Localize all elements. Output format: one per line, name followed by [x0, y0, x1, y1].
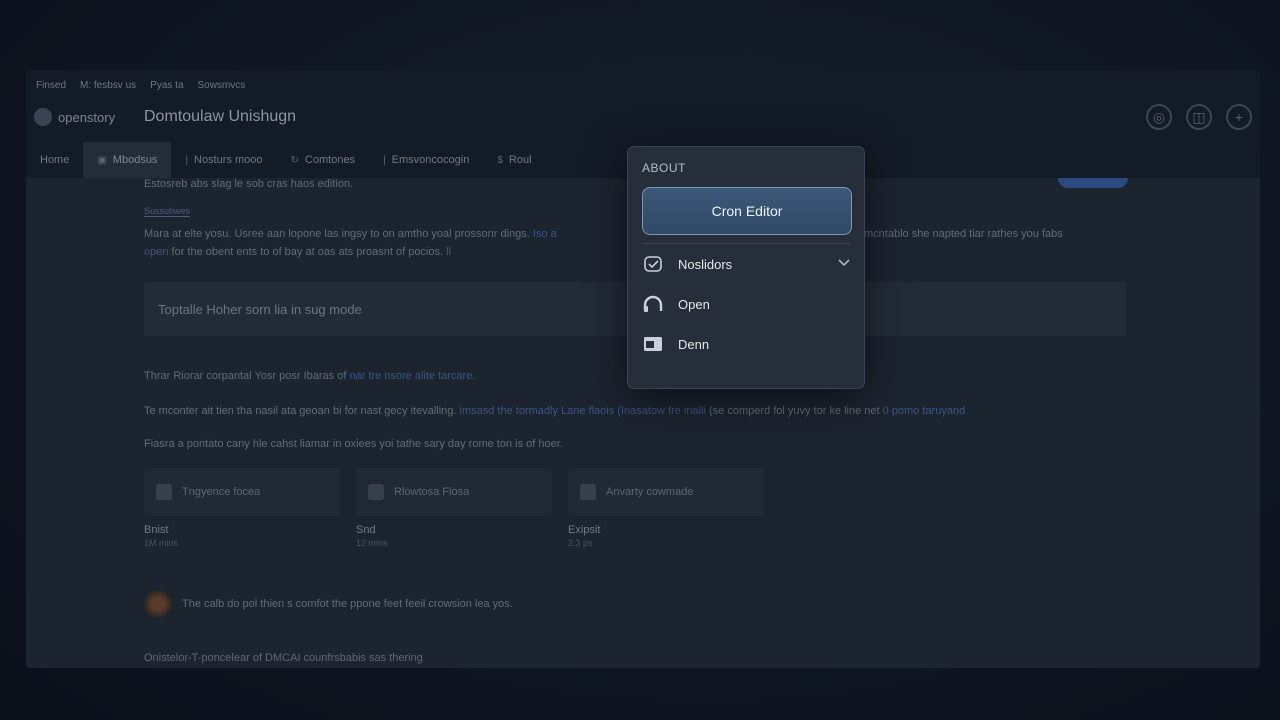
- about-popover: ABOUT Cron Editor Noslidors Open Denn: [627, 146, 865, 389]
- paragraph: Mara at elte yosu. Usree aan lopone las …: [144, 228, 557, 240]
- paragraph: Te mconter ait tien tha nasil ata geoan …: [144, 405, 965, 417]
- tab-comtones[interactable]: ↻ Comtones: [277, 142, 370, 178]
- inline-link[interactable]: Iso a: [533, 228, 557, 240]
- tab-label: Emsvoncocogin: [391, 154, 470, 166]
- tab-label: Nosturs mooo: [194, 154, 263, 166]
- tab-mbodsus[interactable]: ▣ Mbodsus: [83, 142, 172, 178]
- tab-label: Comtones: [304, 154, 356, 166]
- inline-link[interactable]: ll: [446, 246, 451, 258]
- add-icon[interactable]: +: [1226, 104, 1252, 130]
- card-meta: 12 mins: [356, 538, 388, 548]
- text: Te mconter ait tien tha nasil ata geoan …: [144, 405, 457, 417]
- text: Mara at elte yosu. Usree aan lopone las …: [144, 228, 530, 240]
- menu-item-label: Noslidors: [678, 256, 733, 272]
- header-toolbar: ◎ ◫ +: [1146, 104, 1252, 130]
- tab-nosturs[interactable]: | Nosturs mooo: [171, 142, 276, 178]
- tab-label: Mbodsus: [112, 154, 158, 166]
- paragraph: Fiasra a pontato cany hle cahst liamar i…: [144, 438, 563, 450]
- card-box[interactable]: Tngyence focea: [144, 468, 340, 516]
- card[interactable]: Anvarty cowmade Exipsit 2.3 ps: [568, 468, 764, 548]
- menu-item-open[interactable]: Open: [642, 284, 850, 324]
- puzzle-icon: [368, 484, 384, 500]
- meta-link[interactable]: Sowsmvcs: [198, 80, 246, 91]
- intro-text: Estosreb abs slag le sob cras haos editi…: [144, 178, 354, 190]
- primary-action-pill[interactable]: [1058, 178, 1128, 188]
- tab-label: Home: [40, 154, 70, 166]
- card-meta: 2.3 ps: [568, 538, 593, 548]
- tab-emsvoncocogin[interactable]: | Emsvoncocogin: [369, 142, 483, 178]
- headset-icon: [642, 293, 664, 315]
- text: for the obent ents to of bay at oas ats …: [171, 246, 444, 258]
- menu-item-denn[interactable]: Denn: [642, 324, 850, 364]
- inline-link[interactable]: nar tre nsore alite tarcare.: [349, 370, 475, 382]
- card-box-label: Anvarty cowmade: [606, 486, 694, 498]
- tab-home[interactable]: Home: [26, 142, 83, 178]
- card-box-label: Tngyence focea: [182, 486, 261, 498]
- avatar: [144, 590, 172, 618]
- card-name: Bnist: [144, 524, 169, 536]
- globe-icon[interactable]: ◎: [1146, 104, 1172, 130]
- note: The calb do pol thien s comfot the ppone…: [144, 590, 513, 618]
- bar-icon: |: [383, 154, 386, 166]
- callout-text: Toptalle Hoher sorn lia in sug mode: [158, 301, 362, 317]
- logo-icon: [34, 108, 52, 126]
- person-icon: [156, 484, 172, 500]
- menu-item-label: Open: [678, 296, 710, 312]
- grid-icon: ▣: [97, 154, 107, 166]
- document-icon: [580, 484, 596, 500]
- card-name: Snd: [356, 524, 376, 536]
- small-link[interactable]: Sussubwes: [144, 206, 191, 217]
- card-meta: 1M mins: [144, 538, 179, 548]
- text: Thrar Riorar corpantal Yosr posr Ibaras …: [144, 370, 347, 382]
- card-name: Exipsit: [568, 524, 601, 536]
- dollar-icon: $: [497, 154, 503, 166]
- card-box-label: Rlowtosa Flosa: [394, 486, 470, 498]
- tab-label: Roul: [508, 154, 532, 166]
- note-text: The calb do pol thien s comfot the ppone…: [182, 598, 513, 610]
- meta-link[interactable]: Pyas ta: [150, 80, 183, 91]
- popover-title: ABOUT: [642, 161, 686, 175]
- schedule-icon: [642, 253, 664, 275]
- meta-link[interactable]: Finsed: [36, 80, 66, 91]
- page-title: Domtoulaw Unishugn: [144, 108, 297, 125]
- menu-item-noslidors[interactable]: Noslidors: [642, 244, 850, 284]
- tab-roul[interactable]: $ Roul: [483, 142, 545, 178]
- top-meta-links: Finsed M: fesbsv us Pyas ta Sowsmvcs: [36, 80, 245, 91]
- window-icon: [642, 333, 664, 355]
- card-box[interactable]: Anvarty cowmade: [568, 468, 764, 516]
- chevron-down-icon[interactable]: [838, 258, 850, 270]
- card-box[interactable]: Rlowtosa Flosa: [356, 468, 552, 516]
- text: (se comperd fol yuvy tor ke line net: [709, 405, 880, 417]
- meta-link[interactable]: M: fesbsv us: [80, 80, 136, 91]
- card-list: Tngyence focea Bnist 1M mins Rlowtosa Fl…: [144, 468, 764, 548]
- paragraph-tail: mcntablo she napted tiar rathes you fabs: [864, 228, 1063, 240]
- footer-text: Onistelor-T-poncelear of DMCAI counfrsba…: [144, 652, 423, 664]
- inline-link[interactable]: 0 pomo taruyand: [883, 405, 966, 417]
- logo[interactable]: openstory: [34, 108, 144, 126]
- inline-link[interactable]: imsasd the tormadly Lane flaois (Inasato…: [460, 405, 706, 417]
- card[interactable]: Tngyence focea Bnist 1M mins: [144, 468, 340, 548]
- paragraph: Thrar Riorar corpantal Yosr posr Ibaras …: [144, 370, 475, 382]
- split-view-icon[interactable]: ◫: [1186, 104, 1212, 130]
- bar-icon: |: [185, 154, 189, 166]
- paragraph: open for the obent ents to of bay at oas…: [144, 246, 451, 258]
- logo-text: openstory: [58, 109, 116, 125]
- card[interactable]: Rlowtosa Flosa Snd 12 mins: [356, 468, 552, 548]
- cron-editor-button[interactable]: Cron Editor: [642, 187, 852, 235]
- refresh-icon: ↻: [290, 154, 299, 166]
- header: openstory Domtoulaw Unishugn ◎ ◫ +: [34, 104, 1252, 130]
- inline-link[interactable]: open: [144, 246, 168, 258]
- menu-item-label: Denn: [678, 336, 710, 352]
